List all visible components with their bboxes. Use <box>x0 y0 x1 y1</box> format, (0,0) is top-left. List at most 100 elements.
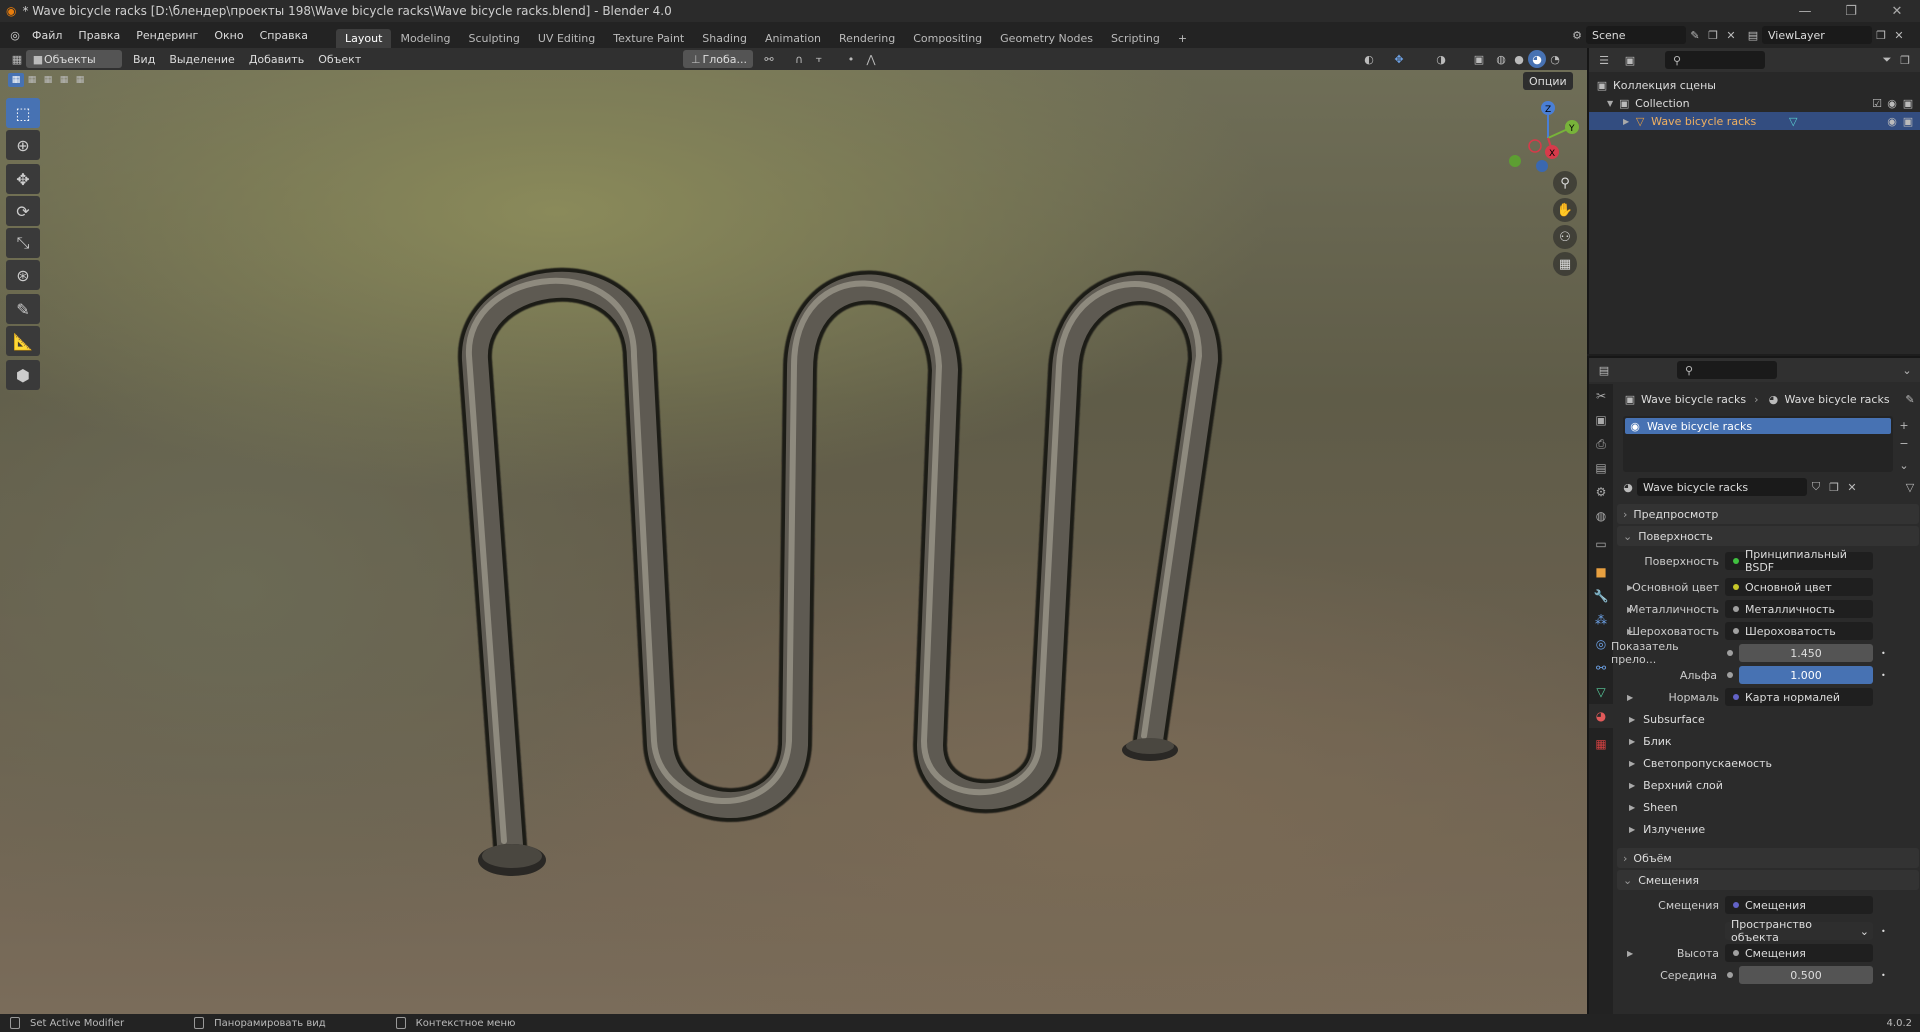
xray-icon[interactable]: ▣ <box>1470 50 1488 68</box>
height-field[interactable]: Смещения <box>1725 944 1873 962</box>
coat-subpanel[interactable]: ▶ Верхний слой <box>1629 776 1723 794</box>
snap-target-icon[interactable]: ⫟ <box>810 50 828 68</box>
visibility-icon[interactable]: ◐ <box>1360 50 1378 68</box>
tab-layout[interactable]: Layout <box>336 29 392 48</box>
expand-arrow-icon[interactable]: ▶ <box>1627 949 1633 958</box>
pin-icon[interactable]: ✎ <box>1901 390 1919 408</box>
view-layer-icon[interactable]: ▤ <box>1744 26 1762 44</box>
keyframe-dot-icon[interactable]: • <box>1881 971 1886 980</box>
specular-subpanel[interactable]: ▶ Блик <box>1629 732 1672 750</box>
wireframe-shading-icon[interactable]: ◍ <box>1492 50 1510 68</box>
properties-editor-icon[interactable]: ▤ <box>1595 361 1613 379</box>
editor-type-icon[interactable]: ▦ <box>8 50 26 68</box>
overlay-toggle-icon[interactable]: ◑ <box>1432 50 1450 68</box>
pivot-icon[interactable]: ⚯ <box>760 50 778 68</box>
proportional-edit-icon[interactable]: • <box>842 50 860 68</box>
blender-menu-icon[interactable]: ◎ <box>6 26 24 44</box>
tab-uv-editing[interactable]: UV Editing <box>529 29 604 48</box>
midlevel-field[interactable]: 0.500 <box>1739 966 1873 984</box>
tab-animation[interactable]: Animation <box>756 29 830 48</box>
annotate-tool-icon[interactable]: ✎ <box>6 294 40 324</box>
outliner-search-input[interactable]: ⚲ <box>1665 51 1765 69</box>
world-tab-icon[interactable]: ◍ <box>1589 504 1613 528</box>
slot-menu-icon[interactable]: ⌄ <box>1895 456 1913 474</box>
eye-icon[interactable]: ◉ <box>1884 112 1900 130</box>
expand-arrow-icon[interactable]: ▶ <box>1627 583 1633 592</box>
add-slot-icon[interactable]: + <box>1895 416 1913 434</box>
maximize-button[interactable]: ❐ <box>1828 4 1874 19</box>
camera-view-icon[interactable]: ⚇ <box>1553 225 1577 249</box>
menu-object[interactable]: Объект <box>311 53 368 66</box>
base-color-field[interactable]: Основной цвет <box>1725 578 1873 596</box>
new-view-layer-icon[interactable]: ❐ <box>1872 26 1890 44</box>
preview-panel-header[interactable]: › Предпросмотр <box>1617 504 1919 524</box>
menu-file[interactable]: Файл <box>24 29 70 42</box>
output-tab-icon[interactable]: ⎙ <box>1589 432 1613 456</box>
object-tab-icon[interactable]: ■ <box>1589 560 1613 584</box>
duplicate-material-icon[interactable]: ❐ <box>1825 478 1843 496</box>
outliner-scene-collection[interactable]: ▣ Коллекция сцены <box>1589 76 1920 94</box>
menu-render[interactable]: Рендеринг <box>128 29 206 42</box>
delete-view-layer-icon[interactable]: ✕ <box>1890 26 1908 44</box>
metallic-field[interactable]: Металличность <box>1725 600 1873 618</box>
fake-user-icon[interactable]: ⛉ <box>1807 478 1825 496</box>
add-workspace-button[interactable]: + <box>1169 29 1196 48</box>
rendered-shading-icon[interactable]: ◔ <box>1546 50 1564 68</box>
cursor-tool-icon[interactable]: ⊕ <box>6 130 40 160</box>
eye-icon[interactable]: ◉ <box>1884 94 1900 112</box>
pan-hand-icon[interactable]: ✋ <box>1553 198 1577 222</box>
display-mode-icon[interactable]: ▣ <box>1621 51 1639 69</box>
scene-icon[interactable]: ⚙ <box>1568 26 1586 44</box>
menu-edit[interactable]: Правка <box>70 29 128 42</box>
displacement-field[interactable]: Смещения <box>1725 896 1873 914</box>
volume-panel-header[interactable]: › Объём <box>1617 848 1919 868</box>
tab-shading[interactable]: Shading <box>693 29 756 48</box>
solid-shading-icon[interactable]: ● <box>1510 50 1528 68</box>
new-collection-icon[interactable]: ❐ <box>1896 51 1914 69</box>
tab-compositing[interactable]: Compositing <box>904 29 991 48</box>
material-tab-icon[interactable]: ◕ <box>1589 704 1613 728</box>
emission-subpanel[interactable]: ▶ Излучение <box>1629 820 1705 838</box>
checkbox-icon[interactable]: ☑ <box>1870 94 1884 112</box>
new-scene-icon[interactable]: ❐ <box>1704 26 1722 44</box>
outliner-collection-row[interactable]: ▼ ▣ Collection ☑ ◉ ▣ <box>1589 94 1920 112</box>
material-name-field[interactable]: Wave bicycle racks <box>1637 478 1807 496</box>
unlink-material-icon[interactable]: ✕ <box>1843 478 1861 496</box>
filter-icon[interactable]: ⏷ <box>1878 51 1896 69</box>
tool-tab-icon[interactable]: ✂ <box>1589 384 1613 408</box>
options-chevron-icon[interactable]: ⌄ <box>1898 361 1916 379</box>
tab-sculpting[interactable]: Sculpting <box>460 29 529 48</box>
tab-modeling[interactable]: Modeling <box>391 29 459 48</box>
snap-icon[interactable]: ∩ <box>790 50 808 68</box>
keyframe-dot-icon[interactable]: • <box>1881 671 1886 680</box>
collection-tab-icon[interactable]: ▭ <box>1589 532 1613 556</box>
perspective-grid-icon[interactable]: ▦ <box>1553 252 1577 276</box>
gizmo-toggle-icon[interactable]: ✥ <box>1390 50 1408 68</box>
rotate-tool-icon[interactable]: ⟳ <box>6 196 40 226</box>
menu-add[interactable]: Добавить <box>242 53 311 66</box>
remove-slot-icon[interactable]: − <box>1895 434 1913 452</box>
data-tab-icon[interactable]: ▽ <box>1589 680 1613 704</box>
sheen-subpanel[interactable]: ▶ Sheen <box>1629 798 1678 816</box>
menu-select[interactable]: Выделение <box>162 53 242 66</box>
space-dropdown[interactable]: Пространство объекта ⌄ <box>1725 918 1873 944</box>
outliner-object-row[interactable]: ▶ ▽ Wave bicycle racks ▽ ◉ ▣ <box>1589 112 1920 130</box>
subsurface-subpanel[interactable]: ▶ Subsurface <box>1629 710 1705 728</box>
delete-scene-icon[interactable]: ✕ <box>1722 26 1740 44</box>
roughness-field[interactable]: Шероховатость <box>1725 622 1873 640</box>
tab-scripting[interactable]: Scripting <box>1102 29 1169 48</box>
surface-panel-header[interactable]: ⌄ Поверхность <box>1617 526 1919 546</box>
collapse-arrow-icon[interactable]: ▶ <box>1623 117 1629 126</box>
camera-icon[interactable]: ▣ <box>1900 112 1916 130</box>
material-browse-icon[interactable]: ◕ <box>1619 478 1637 496</box>
mode-selector[interactable]: ■ Объекты <box>26 50 122 68</box>
properties-search-input[interactable]: ⚲ <box>1677 361 1777 379</box>
zoom-icon[interactable]: ⚲ <box>1553 171 1577 195</box>
constraints-tab-icon[interactable]: ⚯ <box>1589 656 1613 680</box>
ior-field[interactable]: 1.450 <box>1739 644 1873 662</box>
add-cube-tool-icon[interactable]: ⬢ <box>6 360 40 390</box>
bicycle-rack-model[interactable] <box>0 70 1587 1014</box>
outliner-editor-icon[interactable]: ☰ <box>1595 51 1613 69</box>
minimize-button[interactable]: — <box>1782 4 1828 19</box>
scene-field[interactable]: Scene <box>1586 26 1686 44</box>
